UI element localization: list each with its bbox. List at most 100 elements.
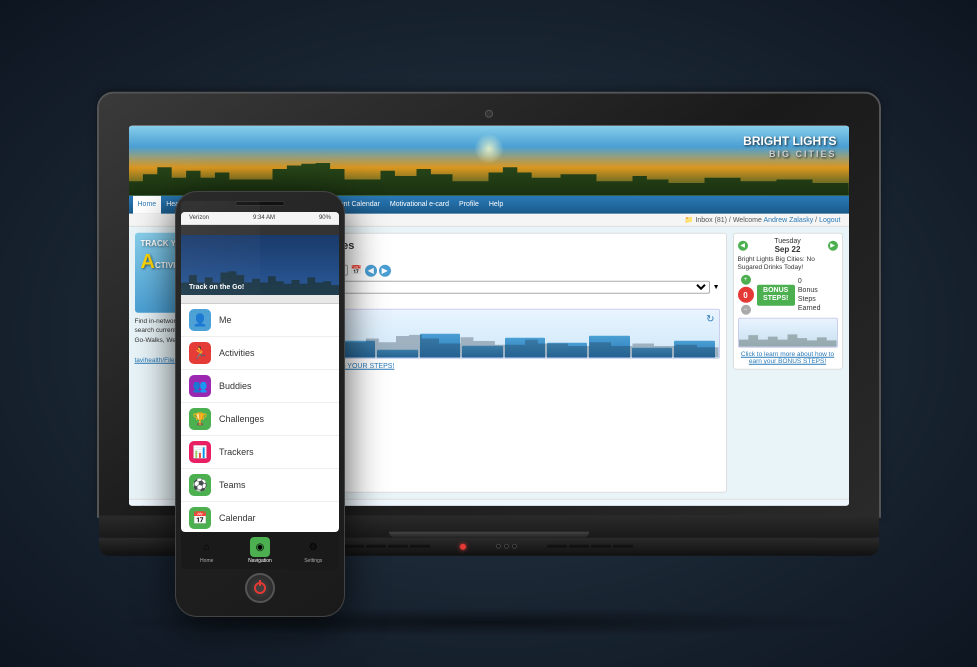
nav-ecard[interactable]: Motivational e-card [385,195,454,213]
audio-port [496,544,501,549]
buddies-label: Buddies [219,381,252,391]
dropdown-arrow-icon: ▼ [713,283,720,290]
track-on-go-label: Track on the Go! [189,284,244,291]
right-panel-date: ◀ Tuesday Sep 22 ▶ Bright Lights Big Cit… [733,232,843,370]
trackers-label: Trackers [219,447,254,457]
bonus-steps-badge: BONUS STEPS! [757,285,795,306]
phone-menu-trackers[interactable]: 📊 Trackers [181,436,339,469]
home-nav-icon: ⌂ [197,537,217,557]
nav-profile[interactable]: Profile [454,195,484,213]
inbox-label: Inbox [695,216,712,223]
vent-slot [410,545,430,548]
site-main-panel: My Activities Enter date: 📅 ◀ ▶ [281,232,727,492]
activities-icon: 🏃 [189,342,211,364]
activities-title: My Activities [288,239,720,251]
me-label: Me [219,315,232,325]
audio-port [504,544,509,549]
phone-nav-navigation[interactable]: ◉ Navigation [248,537,272,564]
date-input-row: 📅 ◀ ▶ [288,264,720,276]
bonus-chart-skyline [739,332,837,347]
prev-date-button[interactable]: ◀ [365,264,377,276]
bonus-earned-label: Bonus Steps Earned [798,287,821,312]
calendar-label: Calendar [219,513,256,523]
user-name-link[interactable]: Andrew Zalasky [763,216,813,223]
vent-slot [388,545,408,548]
minus-icon: − [741,305,751,315]
date-label: Sep 22 [774,244,801,253]
learn-more-link[interactable]: more about how to YOUR STEPS! [288,362,720,369]
carrier-text: Verizon [189,215,209,221]
phone-menu-buddies[interactable]: 👥 Buddies [181,370,339,403]
enter-date-label: Enter date: [288,255,720,262]
phone-nav-home[interactable]: ⌂ Home [197,537,217,564]
battery-text: 90% [319,215,331,221]
vent-slot [591,545,611,548]
phone-menu-challenges[interactable]: 🏆 Challenges [181,403,339,436]
phone-menu-calendar[interactable]: 📅 Calendar [181,502,339,532]
nav-home[interactable]: Home [133,195,162,213]
phone-hero-text: Track on the Go! [189,284,244,291]
bonus-info: 0 Bonus Steps Earned [798,277,838,313]
welcome-text: Welcome [733,216,762,223]
calendar-icon[interactable]: 📅 [351,265,362,276]
learn-more-bonus-link[interactable]: Click to learn more about how to earn yo… [738,351,838,365]
bonus-count-badge: 0 [738,287,754,303]
phone-bottom-nav: ⌂ Home ◉ Navigation ⚙ Settings [181,532,339,569]
activity-select[interactable]: Activity [315,280,710,293]
phone-home-button[interactable] [245,573,275,603]
phone-hero: Track on the Go! [181,235,339,295]
trackers-icon: 📊 [189,441,211,463]
phone-menu-teams[interactable]: ⚽ Teams [181,469,339,502]
calendar-icon: 📅 [189,507,211,529]
date-nav-arrows: ◀ ▶ [365,264,391,276]
challenge-text: Bright Lights Big Cities: No Sugared Dri… [738,255,838,272]
activity-select-row: Activity: Activity ▼ [288,280,720,293]
phone-nav-settings[interactable]: ⚙ Settings [303,537,323,564]
date-navigation: ◀ Tuesday Sep 22 ▶ [738,237,838,253]
phone-section-title [181,295,339,304]
site-brand: BRIGHT LIGHTS BIG CITIES [743,133,836,160]
power-button-inner [254,582,266,594]
power-indicator [460,543,466,549]
nav-help[interactable]: Help [484,195,508,213]
city-silhouette [129,160,849,195]
site-right-panel: ◀ Tuesday Sep 22 ▶ Bright Lights Big Cit… [733,232,843,492]
me-icon: 👤 [189,309,211,331]
phone-outer: Verizon 9:34 AM 90% Track on the Go! [175,191,345,617]
day-label: Tuesday [774,237,801,244]
home-nav-label: Home [200,558,213,564]
phone-app-header [181,225,339,235]
navigation-nav-icon: ◉ [250,537,270,557]
phone-hero-city [181,270,339,295]
left-vent [344,545,430,548]
inbox-count: 81 [717,216,725,223]
vent-slot [613,545,633,548]
inbox-info: 📁 Inbox (81) / Welcome Andrew Zalasky / … [685,215,841,223]
bonus-number: 0 [798,278,802,285]
teams-label: Teams [219,480,246,490]
vent-slot [366,545,386,548]
time-text: 9:34 AM [253,215,275,221]
refresh-icon[interactable]: ↻ [706,313,714,324]
next-day-button[interactable]: ▶ [828,240,838,250]
challenges-label: Challenges [219,414,264,424]
scene: BRIGHT LIGHTS BIG CITIES Home Health Tip… [0,0,977,667]
phone-menu-me[interactable]: 👤 Me [181,304,339,337]
teams-icon: ⚽ [189,474,211,496]
current-date-display: Tuesday Sep 22 [774,237,801,253]
right-vent [547,545,633,548]
settings-nav-label: Settings [304,558,322,564]
activities-label: Activities [219,348,255,358]
brand-line2: BIG CITIES [743,149,836,161]
logout-link[interactable]: Logout [819,216,840,223]
navigation-nav-label: Navigation [248,558,272,564]
vent-slot [547,545,567,548]
vent-slot [569,545,589,548]
steps-info: (0 Steps) [288,297,720,304]
next-date-button[interactable]: ▶ [379,264,391,276]
phone: Verizon 9:34 AM 90% Track on the Go! [175,191,345,617]
bonus-chart [738,318,838,348]
phone-menu-activities[interactable]: 🏃 Activities [181,337,339,370]
prev-day-button[interactable]: ◀ [738,240,748,250]
buddies-icon: 👥 [189,375,211,397]
